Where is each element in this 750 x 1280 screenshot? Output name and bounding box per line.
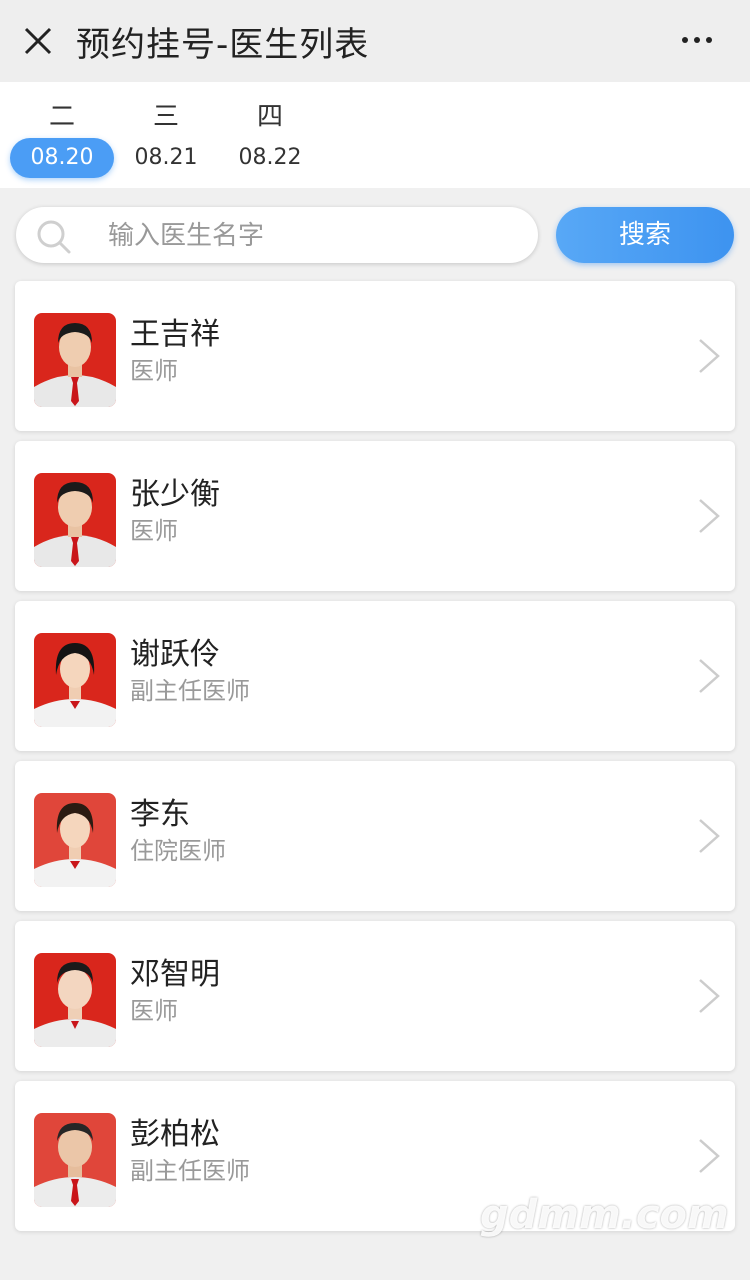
doctor-card[interactable]: 邓智明 医师 (15, 921, 735, 1071)
chevron-right-icon (699, 979, 720, 1013)
date-tab-date: 08.22 (238, 145, 302, 170)
chevron-right-icon (699, 659, 720, 693)
more-dots-icon (682, 37, 688, 43)
search-input[interactable] (106, 207, 530, 265)
top-bar: 预约挂号-医生列表 (0, 0, 750, 82)
doctor-title: 医师 (130, 357, 178, 385)
page-title: 预约挂号-医生列表 (76, 24, 370, 65)
doctor-card[interactable]: 王吉祥 医师 (15, 281, 735, 431)
doctor-title: 住院医师 (130, 837, 226, 865)
date-tab[interactable]: 四 08.22 (218, 82, 322, 188)
date-tab-weekday: 二 (48, 102, 75, 132)
chevron-right-icon (699, 1139, 720, 1173)
date-tab-date: 08.21 (134, 145, 198, 170)
search-box (16, 207, 538, 265)
doctor-name: 彭柏松 (130, 1117, 220, 1152)
date-tab-date: 08.20 (10, 138, 114, 178)
doctor-name: 王吉祥 (130, 317, 220, 352)
doctor-photo (34, 473, 116, 567)
doctor-card[interactable]: 谢跃伶 副主任医师 (15, 601, 735, 751)
date-tab[interactable]: 三 08.21 (114, 82, 218, 188)
more-button[interactable] (672, 25, 722, 55)
watermark: gdmm.com (480, 1192, 729, 1238)
chevron-right-icon (699, 339, 720, 373)
doctor-photo (34, 313, 116, 407)
date-tab[interactable]: 二 08.20 (10, 82, 114, 188)
doctor-title: 副主任医师 (130, 677, 250, 705)
doctor-name: 谢跃伶 (130, 637, 220, 672)
doctor-card[interactable]: 张少衡 医师 (15, 441, 735, 591)
doctor-photo (34, 1113, 116, 1207)
doctor-name: 张少衡 (130, 477, 220, 512)
search-icon (37, 220, 71, 254)
doctor-card[interactable]: 李东 住院医师 (15, 761, 735, 911)
close-button[interactable] (0, 0, 76, 82)
doctor-name: 邓智明 (130, 957, 220, 992)
search-button[interactable]: 搜索 (556, 207, 734, 263)
doctor-list: 王吉祥 医师 张少衡 医师 谢跃伶 副主任医师 李东 住院医师 邓智明 医师 彭… (15, 281, 735, 1241)
close-icon (24, 27, 52, 55)
doctor-title: 医师 (130, 517, 178, 545)
date-selector: 二 08.20 三 08.21 四 08.22 (0, 82, 750, 188)
date-tab-weekday: 四 (256, 102, 283, 132)
chevron-right-icon (699, 499, 720, 533)
doctor-photo (34, 633, 116, 727)
doctor-name: 李东 (130, 797, 190, 832)
chevron-right-icon (699, 819, 720, 853)
doctor-title: 副主任医师 (130, 1157, 250, 1185)
doctor-photo (34, 953, 116, 1047)
doctor-title: 医师 (130, 997, 178, 1025)
doctor-photo (34, 793, 116, 887)
date-tab-weekday: 三 (152, 102, 179, 132)
